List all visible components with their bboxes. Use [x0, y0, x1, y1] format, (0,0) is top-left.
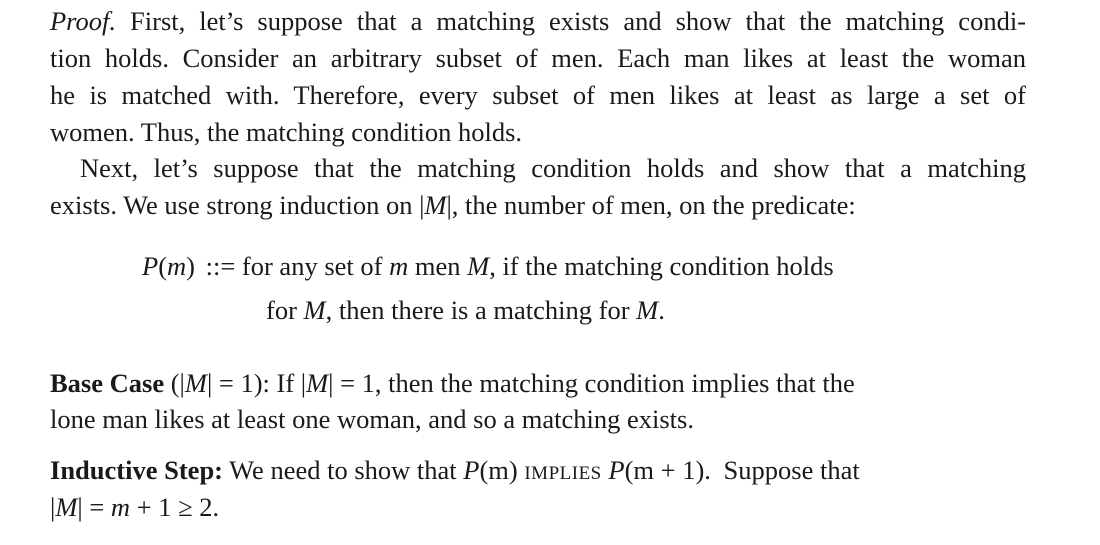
- text-span: , then there is a matching for: [325, 295, 630, 325]
- math-M: M: [184, 368, 207, 398]
- proof-line-1: Proof. First, let’s suppose that a match…: [50, 8, 1026, 35]
- proof-text: First, let’s suppose that a matching exi…: [130, 6, 1027, 36]
- proof-line-4: women. Thus, the matching condition hold…: [50, 117, 523, 147]
- math-arg: (m + 1).: [624, 455, 711, 485]
- inductive-step-line-2: |M| = m + 1 ≥ 2.: [50, 494, 219, 521]
- proof-label: Proof.: [50, 6, 117, 36]
- text-span: , if the matching condition holds: [489, 251, 834, 281]
- paren: ): [186, 251, 195, 281]
- proof-line-2: tion holds. Consider an arbitrary subset…: [50, 43, 1026, 73]
- text-span: .: [658, 295, 665, 325]
- base-case-line-2: lone man likes at least one woman, and s…: [50, 404, 694, 434]
- text-span: (|: [170, 368, 185, 398]
- implies-keyword: implies: [524, 455, 602, 485]
- math-m: m: [389, 251, 409, 281]
- math-P: P: [608, 455, 625, 485]
- proof-line-5: Next, let’s suppose that the matching co…: [80, 153, 1026, 183]
- proof-line-6: exists. We use strong induction on |M|, …: [50, 192, 856, 219]
- math-arg: (m): [479, 455, 518, 485]
- text-span: exists. We use strong induction on |: [50, 190, 425, 220]
- text-span: for: [266, 295, 297, 325]
- math-M: M: [467, 251, 490, 281]
- math-P: P: [463, 455, 480, 485]
- define-symbol: ::=: [205, 251, 236, 281]
- math-M: M: [306, 368, 329, 398]
- text-span: | = 1, then the matching condition impli…: [328, 368, 855, 398]
- paper-page: Proof. First, let’s suppose that a match…: [0, 0, 1100, 545]
- inductive-step-line-1: Inductive Step: We need to show that P(m…: [50, 457, 860, 484]
- inductive-step-label: Inductive Step:: [50, 455, 224, 485]
- base-case-label: Base Case: [50, 368, 165, 398]
- definition-line-2: for M, then there is a matching for M.: [266, 297, 665, 324]
- base-case-line-1: Base Case (|M| = 1): If |M| = 1, then th…: [50, 370, 855, 397]
- text-span: for any set of: [241, 251, 383, 281]
- paren: (: [158, 251, 168, 281]
- text-span: | = 1):: [206, 368, 270, 398]
- math-M: M: [636, 295, 659, 325]
- text-span: We need to show that: [229, 455, 457, 485]
- text-span: Suppose that: [723, 455, 860, 485]
- text-span: | =: [77, 492, 105, 522]
- math-M: M: [303, 295, 326, 325]
- math-M: M: [55, 492, 78, 522]
- math-P: P: [142, 251, 159, 281]
- math-m: m: [167, 251, 187, 281]
- text-span: If |: [276, 368, 307, 398]
- text-span: |, the number of men, on the predicate:: [446, 190, 856, 220]
- text-span: + 1 ≥ 2.: [136, 492, 220, 522]
- proof-line-3: he is matched with. Therefore, every sub…: [50, 80, 1026, 110]
- definition-line-1: P(m) ::= for any set of m men M, if the …: [142, 253, 834, 280]
- text-span: men: [414, 251, 461, 281]
- math-m: m: [110, 492, 131, 522]
- math-M: M: [424, 190, 447, 220]
